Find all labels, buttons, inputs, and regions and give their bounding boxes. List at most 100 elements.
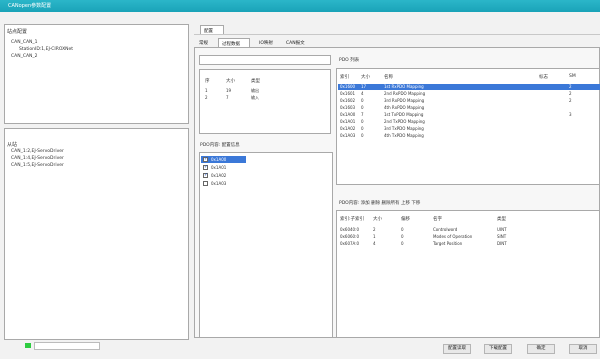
station-tree-title: 站点配置 (7, 29, 28, 35)
tab-config[interactable]: 配置 (200, 25, 224, 34)
pdo-checkbox-1a03[interactable] (203, 181, 208, 186)
sm-row-2-type: 输入 (251, 95, 259, 100)
tree-item-station[interactable]: StationID:1,EJ-CIROXNet (19, 47, 73, 52)
entry-row-2-name[interactable]: Target Position (433, 241, 462, 246)
status-field (34, 342, 100, 350)
tree-item-can2[interactable]: CAN_CAN_2 (11, 54, 38, 59)
pdo-list-selected-row[interactable] (338, 84, 600, 90)
pdo-checkbox-1a02[interactable] (203, 172, 208, 178)
tab-io-mapping[interactable]: IO映射 (256, 38, 276, 47)
pdo-row-7-size[interactable]: 0 (361, 133, 364, 138)
entry-row-0-index[interactable]: 0x6040:0 (340, 227, 359, 232)
main-tabs: 配置 (194, 25, 594, 34)
entry-col-offset: 偏移 (401, 217, 410, 222)
pdo-row-2-index[interactable]: 0x1602 (340, 98, 355, 103)
sm-col-type: 类型 (251, 79, 260, 84)
entry-row-1-index[interactable]: 0x6060:0 (340, 234, 359, 239)
entry-row-0-offset[interactable]: 0 (401, 227, 404, 232)
tree-item-slave-5[interactable]: CAN_1:5,EJ-ServoDriver (11, 163, 64, 168)
entry-row-2-type[interactable]: DINT (497, 241, 507, 246)
pdo-row-6-size[interactable]: 0 (361, 126, 364, 131)
pdo-col-name: 名称 (384, 75, 393, 80)
tab-can-message[interactable]: CAN报文 (283, 38, 308, 47)
tab-general[interactable]: 常规 (196, 38, 211, 47)
sm-col-index: 序 (205, 79, 210, 84)
tree-item-slave-2[interactable]: CAN_1:2,EJ-ServoDriver (11, 149, 64, 154)
pdo-row-4-sm[interactable]: 3 (569, 112, 572, 117)
pdo-label-1a02[interactable]: 0x1A02 (211, 173, 226, 178)
title-bar: CANopen参数配置 (0, 0, 600, 12)
pdo-row-5-name[interactable]: 2nd TxPDO Mapping (384, 119, 425, 124)
entry-row-1-offset[interactable]: 0 (401, 234, 404, 239)
pdo-label-1a03[interactable]: 0x1A03 (211, 181, 226, 186)
entry-row-2-offset[interactable]: 0 (401, 241, 404, 246)
window-title: CANopen参数配置 (8, 3, 52, 9)
entry-row-1-size[interactable]: 1 (373, 234, 376, 239)
entry-col-size: 大小 (373, 217, 382, 222)
pdo-content-list: 0x1A00 0x1A01 0x1A02 0x1A03 (199, 152, 333, 338)
pdo-row-4-size[interactable]: 7 (361, 112, 364, 117)
pdo-row-0-size[interactable]: 17 (361, 84, 366, 89)
pdo-row-0-sm[interactable]: 2 (569, 84, 572, 89)
pdo-row-5-size[interactable]: 0 (361, 119, 364, 124)
pdo-edit-toolbar[interactable]: PDO内容: 添加 删除 删除所有 上移 下移 (339, 200, 420, 206)
pdo-row-2-size[interactable]: 0 (361, 98, 364, 103)
pdo-row-0-index[interactable]: 0x1600 (340, 84, 355, 89)
pdo-row-3-name[interactable]: 4th RxPDO Mapping (384, 105, 424, 110)
read-config-button[interactable]: 配置读取 (443, 344, 471, 354)
entry-col-type: 类型 (497, 217, 506, 222)
sm-row-1-index: 1 (205, 88, 208, 93)
pdo-row-1-index[interactable]: 0x1601 (340, 91, 355, 96)
pdo-row-1-sm[interactable]: 2 (569, 91, 572, 96)
pdo-row-1-size[interactable]: 4 (361, 91, 364, 96)
pdo-row-4-name[interactable]: 1st TxPDO Mapping (384, 112, 423, 117)
pdo-col-sm: SM (569, 74, 576, 79)
entry-row-2-index[interactable]: 0x607A:0 (340, 241, 359, 246)
pdo-checkbox-1a01[interactable] (203, 164, 208, 170)
ok-button[interactable]: 确定 (527, 344, 555, 354)
pdo-row-4-index[interactable]: 0x1A00 (340, 112, 355, 117)
pdo-row-6-name[interactable]: 3rd TxPDO Mapping (384, 126, 424, 131)
entry-col-name: 名字 (433, 217, 442, 222)
pdo-col-index: 索引 (340, 75, 349, 80)
entry-row-0-name[interactable]: Controlword (433, 227, 457, 232)
pdo-row-2-sm[interactable]: 2 (569, 98, 572, 103)
slave-tree-title: 从站 (7, 142, 18, 148)
sync-manager-table: 序 大小 类型 1 19 输出 2 7 输入 (199, 69, 331, 134)
pdo-row-6-index[interactable]: 0x1A02 (340, 126, 355, 131)
pdo-row-7-index[interactable]: 0x1A03 (340, 133, 355, 138)
sm-row-2-size: 7 (226, 95, 229, 100)
download-config-button[interactable]: 下载配置 (484, 344, 512, 354)
tree-item-can1[interactable]: CAN_CAN_1 (11, 40, 38, 45)
entry-row-2-size[interactable]: 4 (373, 241, 376, 246)
pdo-row-3-size[interactable]: 0 (361, 105, 364, 110)
sm-col-size: 大小 (226, 79, 235, 84)
pdo-list-table: 索引 大小 名称 标志 SM 0x1600 17 1st RxPDO Mappi… (336, 68, 600, 185)
entry-col-index: 索引:子索引 (340, 217, 365, 222)
slave-tree-panel: 从站 CAN_1:2,EJ-ServoDriver CAN_1:4,EJ-Ser… (4, 128, 189, 340)
info-field (199, 55, 331, 65)
entry-row-0-size[interactable]: 2 (373, 227, 376, 232)
pdo-row-3-index[interactable]: 0x1603 (340, 105, 355, 110)
pdo-list-title: PDO 列表 (339, 58, 360, 63)
pdo-row-1-name[interactable]: 2nd RxPDO Mapping (384, 91, 425, 96)
sm-row-1-size: 19 (226, 88, 232, 93)
sub-tabs: 常规 过程数据 IO映射 CAN报文 (194, 38, 594, 47)
pdo-label-1a01[interactable]: 0x1A01 (211, 165, 226, 170)
pdo-label-1a00[interactable]: 0x1A00 (211, 157, 226, 162)
pdo-col-flags: 标志 (539, 75, 548, 80)
entry-row-1-type[interactable]: SINT (497, 234, 506, 239)
entry-row-1-name[interactable]: Modes of Operation (433, 234, 472, 239)
pdo-row-0-name[interactable]: 1st RxPDO Mapping (384, 84, 424, 89)
tree-item-slave-4[interactable]: CAN_1:4,EJ-ServoDriver (11, 156, 64, 161)
pdo-col-size: 大小 (361, 75, 370, 80)
pdo-entry-table: 索引:子索引 大小 偏移 名字 类型 0x6040:0 2 0 Controlw… (336, 210, 600, 338)
cancel-button[interactable]: 取消 (569, 344, 597, 354)
tab-process-data[interactable]: 过程数据 (218, 38, 250, 47)
station-tree-panel: 站点配置 CAN_CAN_1 StationID:1,EJ-CIROXNet C… (4, 24, 189, 124)
pdo-row-2-name[interactable]: 3rd RxPDO Mapping (384, 98, 424, 103)
pdo-checkbox-1a00[interactable] (203, 156, 208, 162)
entry-row-0-type[interactable]: UINT (497, 227, 507, 232)
pdo-row-7-name[interactable]: 4th TxPDO Mapping (384, 133, 424, 138)
pdo-row-5-index[interactable]: 0x1A01 (340, 119, 355, 124)
